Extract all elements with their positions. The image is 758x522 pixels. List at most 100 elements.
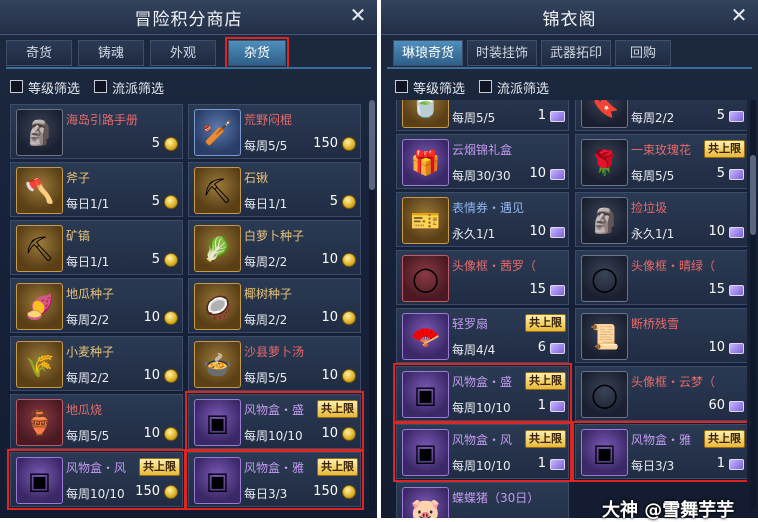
shop-item-card[interactable]: 📜 断桥残雪 10 <box>575 308 747 363</box>
ticket-icon <box>729 459 744 470</box>
item-price: 150 <box>135 484 160 499</box>
item-price: 10 <box>321 426 338 441</box>
tab-rare-goods[interactable]: 奇货 <box>6 40 72 66</box>
school-filter-checkbox[interactable]: 流派筛选 <box>94 78 174 97</box>
close-icon[interactable]: ✕ <box>728 4 750 26</box>
shop-item-card[interactable]: 🗿 捡垃圾 永久1/1 10 <box>575 192 747 247</box>
item-price: 5 <box>151 252 160 267</box>
item-price: 5 <box>329 194 338 209</box>
shop-item-card[interactable]: ⛏ 矿镐 每日1/1 5 <box>10 220 183 275</box>
tab-fashion[interactable]: 时装挂饰 <box>467 40 537 66</box>
item-name: 头像框・茜罗（30... <box>452 259 536 273</box>
shared-limit-badge: 共上限 <box>704 140 745 158</box>
item-price: 15 <box>708 282 725 297</box>
item-price: 10 <box>708 224 725 239</box>
checkbox-label: 流派筛选 <box>497 82 550 97</box>
item-price: 10 <box>321 252 338 267</box>
ticket-icon <box>550 111 565 122</box>
item-price: 6 <box>537 340 546 355</box>
shop-item-card[interactable]: ◯头像框・云梦（30... 60 <box>575 366 747 421</box>
level-filter-checkbox[interactable]: 等级筛选 <box>10 78 90 97</box>
item-price: 10 <box>708 340 725 355</box>
item-price: 150 <box>313 136 338 151</box>
shop-item-card[interactable]: 🎁 云烟锦礼盒 每周30/30 10 <box>396 134 569 189</box>
shop-item-card[interactable]: 🗿 海岛引路手册 5 <box>10 104 183 159</box>
shop-item-card[interactable]: 🍵 每周5/5 1 <box>396 100 569 131</box>
item-name: 椰树种子 <box>244 287 293 301</box>
item-name: 风物盒・盛 <box>452 375 513 389</box>
tab-sundries[interactable]: 杂货 <box>225 37 289 69</box>
purchase-limit: 每周10/10 <box>66 487 125 501</box>
purchase-limit: 每周5/5 <box>631 169 675 183</box>
shop-item-card[interactable]: ▣ 风物盒・风 每周10/10 150 共上限 <box>7 449 186 510</box>
item-price: 10 <box>321 368 338 383</box>
shovel-icon: ⛏ <box>194 167 241 214</box>
coin-icon <box>342 311 356 325</box>
shop-item-card[interactable]: 🏏 荒野闷棍 每周5/5 150 <box>188 104 361 159</box>
coin-icon <box>342 427 356 441</box>
school-filter-checkbox[interactable]: 流派筛选 <box>479 78 559 97</box>
tab-buyback[interactable]: 回购 <box>615 40 671 66</box>
scrollbar[interactable] <box>369 100 375 510</box>
item-price: 5 <box>151 136 160 151</box>
scrollbar[interactable] <box>750 100 756 510</box>
shop-item-card[interactable]: 🪭 轻罗扇 每周4/4 6 共上限 <box>396 308 569 363</box>
purchase-limit: 每日3/3 <box>244 487 288 501</box>
shop-item-card[interactable]: ▣ 风物盒・雅 每日3/3 150 共上限 <box>185 449 364 510</box>
frame-icon: ◯ <box>581 255 628 302</box>
shop-item-card[interactable]: ⛏ 石锹 每日1/1 5 <box>188 162 361 217</box>
coin-icon <box>342 369 356 383</box>
ticket-icon <box>550 285 565 296</box>
charm-icon: 🔖 <box>581 100 628 128</box>
checkbox-label: 等级筛选 <box>28 82 81 97</box>
shop-item-card[interactable]: 🪓 斧子 每日1/1 5 <box>10 162 183 217</box>
shop-item-card[interactable]: 🍲 沙县萝卜汤 每周5/5 10 <box>188 336 361 391</box>
ticket-icon <box>729 169 744 180</box>
scrollbar-thumb[interactable] <box>750 155 756 235</box>
item-price: 10 <box>143 426 160 441</box>
tab-soul-forging[interactable]: 铸魂 <box>78 40 144 66</box>
tab-weapon-rubbing[interactable]: 武器拓印 <box>541 40 611 66</box>
shop-item-card[interactable]: ◯头像框・晴绿（30... 15 <box>575 250 747 305</box>
item-price: 5 <box>716 166 725 181</box>
shop-item-card[interactable]: ▣ 风物盒・雅 每日3/3 1 共上限 <box>572 421 747 482</box>
shop-item-card[interactable]: 🥬 白萝卜种子 每周2/2 10 <box>188 220 361 275</box>
jade-icon: 🍵 <box>402 100 449 128</box>
purchase-limit: 每周2/2 <box>631 111 675 125</box>
shop-item-card[interactable]: 🏺 地瓜烧 每周5/5 10 <box>10 394 183 449</box>
shop-item-card[interactable]: 🐷 蝶蝶猪（30日） <box>396 482 569 518</box>
item-price: 60 <box>708 398 725 413</box>
shop-item-card[interactable]: 🍠 地瓜种子 每周2/2 10 <box>10 278 183 333</box>
coin-icon <box>342 485 356 499</box>
item-price: 1 <box>537 108 546 123</box>
level-filter-checkbox[interactable]: 等级筛选 <box>395 78 475 97</box>
item-price: 5 <box>151 194 160 209</box>
item-name: 头像框・晴绿（30... <box>631 259 715 273</box>
brocade-pavilion-shop-panel: 锦衣阁 ✕ 琳琅奇货 时装挂饰 武器拓印 回购 等级筛选 流派筛选 🍵 每周5/5… <box>381 0 758 518</box>
shop-item-card[interactable]: ▣ 风物盒・风 每周10/10 1 共上限 <box>393 421 572 482</box>
purchase-limit: 每周5/5 <box>244 139 288 153</box>
close-icon[interactable]: ✕ <box>347 4 369 26</box>
shop-item-card[interactable]: 🌹 一束玫瑰花 每周5/5 5 共上限 <box>575 134 747 189</box>
item-name: 荒野闷棍 <box>244 113 293 127</box>
shop-item-card[interactable]: ▣ 风物盒・盛 每周10/10 10 共上限 <box>185 391 364 452</box>
purchase-limit: 每周5/5 <box>452 111 496 125</box>
shop-item-card[interactable]: 🔖 每周2/2 5 <box>575 100 747 131</box>
shop-item-card[interactable]: ▣ 风物盒・盛 每周10/10 1 共上限 <box>393 363 572 424</box>
coin-icon <box>164 311 178 325</box>
shop-item-card[interactable]: 🎫 表情券・遇见 永久1/1 10 <box>396 192 569 247</box>
shop-item-card[interactable]: 🥥 椰树种子 每周2/2 10 <box>188 278 361 333</box>
item-name: 地瓜种子 <box>66 287 115 301</box>
shop-item-card[interactable]: ◯头像框・茜罗（30... 15 <box>396 250 569 305</box>
shop-item-card[interactable]: 🌾 小麦种子 每周2/2 10 <box>10 336 183 391</box>
purchase-limit: 每日3/3 <box>631 459 675 473</box>
wine-jar-icon: 🏺 <box>16 399 63 446</box>
tab-curios[interactable]: 琳琅奇货 <box>393 40 463 66</box>
tab-appearance[interactable]: 外观 <box>150 40 216 66</box>
item-price: 10 <box>143 368 160 383</box>
item-name: 海岛引路手册 <box>66 113 139 127</box>
item-grid: 🗿 海岛引路手册 5 🏏 荒野闷棍 每周5/5 150 🪓 斧子 每日1/1 5 ⛏ 石锹 每日1/1 5 ⛏… <box>6 100 366 518</box>
box-icon: ▣ <box>194 399 241 446</box>
scrollbar-thumb[interactable] <box>369 100 375 190</box>
purchase-limit: 每周2/2 <box>244 255 288 269</box>
